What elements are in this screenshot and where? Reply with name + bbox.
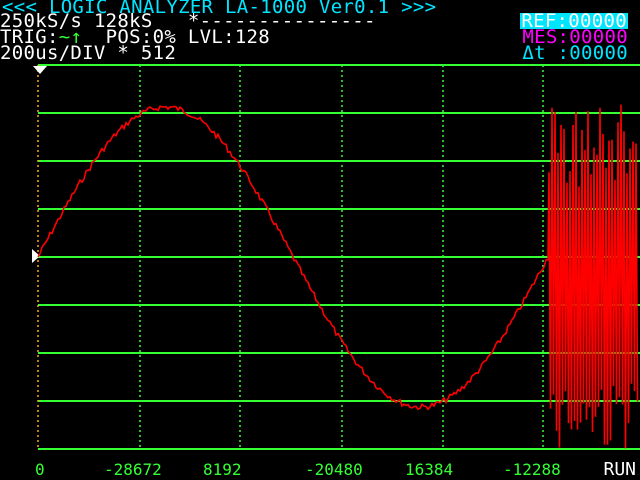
run-status[interactable]: RUN xyxy=(603,461,636,479)
triangle-down-icon[interactable] xyxy=(33,66,47,74)
signal-trace xyxy=(37,104,639,449)
waveform-display[interactable] xyxy=(0,0,640,480)
x-tick-label: -20480 xyxy=(305,460,363,479)
x-tick-label: -28672 xyxy=(104,460,162,479)
logic-analyzer-screen: <<< LOGIC ANALYZER LA-1000 Ver0.1 >>> 25… xyxy=(0,0,640,480)
x-tick-label: -12288 xyxy=(503,460,561,479)
x-tick-label: 0 xyxy=(35,460,45,479)
x-tick-label: 8192 xyxy=(203,460,242,479)
x-tick-label: 16384 xyxy=(405,460,454,479)
